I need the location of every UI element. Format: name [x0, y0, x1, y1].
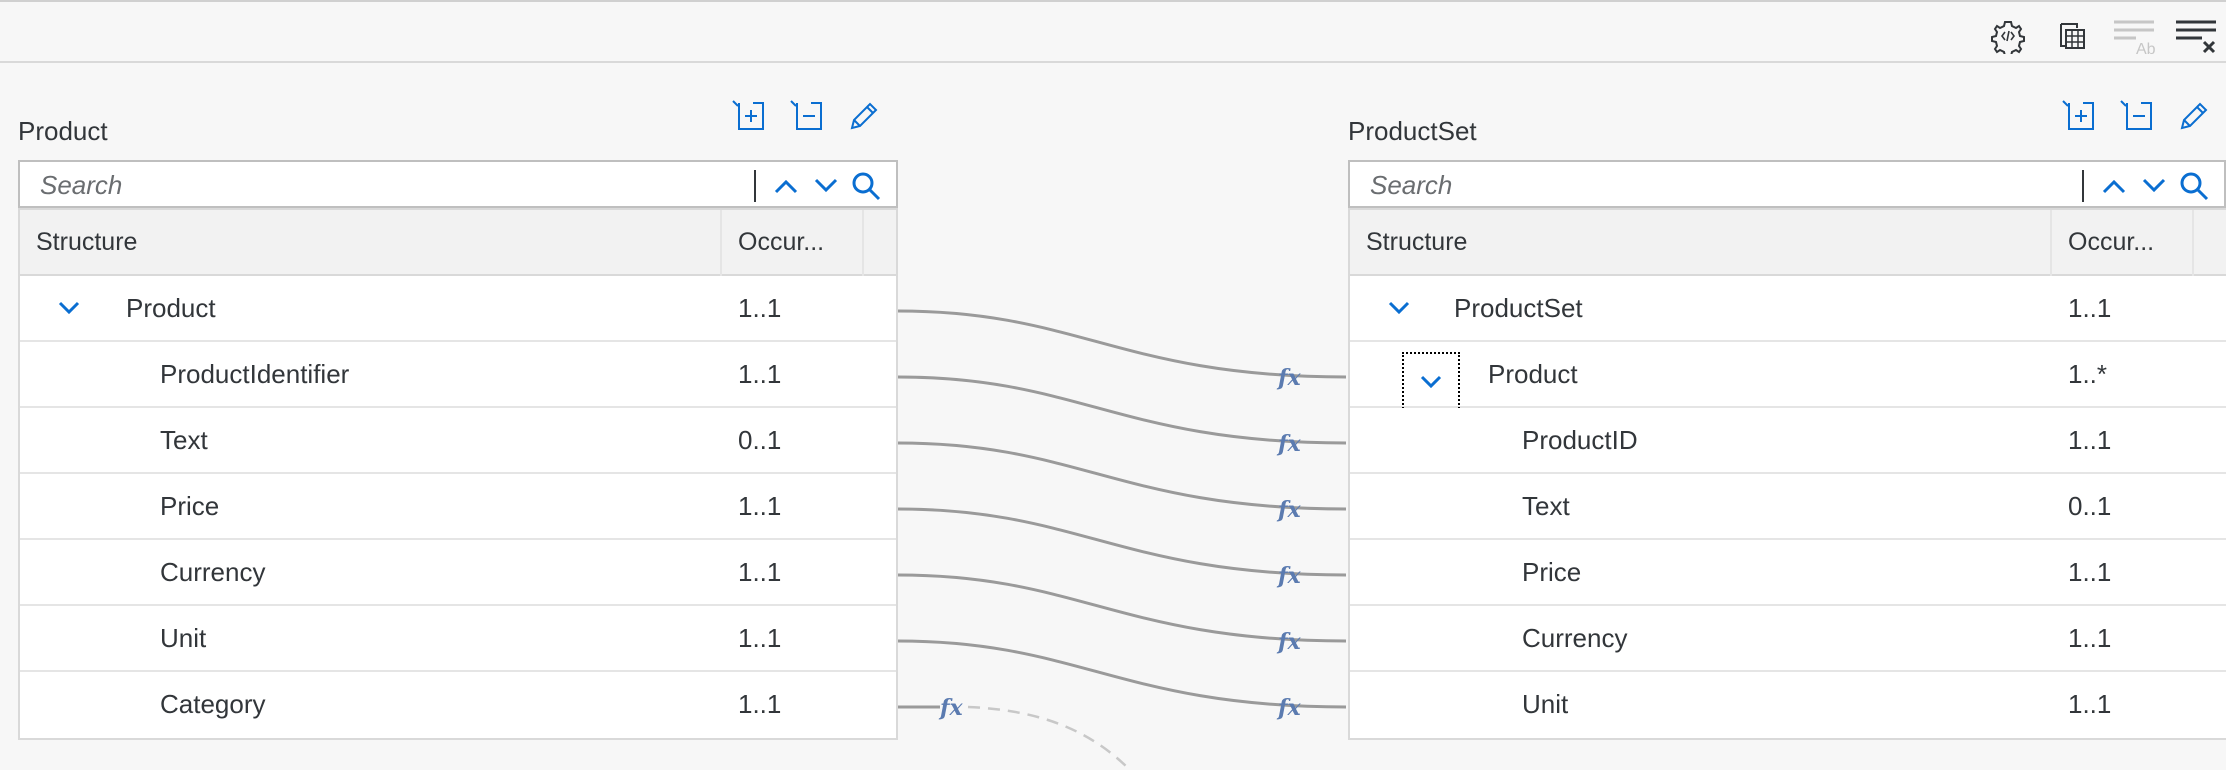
node-occurrence: 1..1 [738, 689, 782, 719]
chevron-down-icon [2142, 178, 2166, 193]
text-cursor [2082, 170, 2084, 202]
search-previous-button[interactable] [768, 168, 804, 204]
node-name: ProductID [1522, 425, 1638, 455]
structure-column-header[interactable]: Structure [20, 210, 722, 274]
mapping-function-icon[interactable]: fx [1276, 497, 1301, 523]
table-row[interactable]: ProductID 1..1 [1350, 408, 2226, 474]
node-occurrence: 0..1 [738, 425, 782, 455]
structure-column-header[interactable]: Structure [1350, 210, 2052, 274]
chevron-down-icon [58, 301, 80, 315]
collapse-all-button[interactable] [786, 96, 826, 136]
table-row[interactable]: Currency 1..1 [1350, 606, 2226, 672]
pencil-icon [850, 102, 878, 130]
source-search-input[interactable] [38, 166, 742, 204]
node-name: ProductIdentifier [160, 359, 350, 389]
table-header: Structure Occur... [1350, 210, 2226, 276]
occurrence-column-header[interactable]: Occur... [722, 210, 864, 274]
collapse-productset-button[interactable] [1378, 287, 1420, 329]
node-name: Price [1522, 557, 1582, 587]
target-structure-table: Structure Occur... ProductSet 1..1 Produ… [1348, 208, 2226, 740]
node-name: Price [160, 491, 220, 521]
node-occurrence: 0..1 [2068, 491, 2112, 521]
node-name: ProductSet [1454, 293, 1583, 323]
source-structure-table: Structure Occur... Product 1..1 ProductI… [18, 208, 898, 740]
search-next-button[interactable] [2136, 168, 2172, 204]
table-row[interactable]: ProductSet 1..1 [1350, 276, 2226, 342]
source-title: Product [18, 116, 108, 146]
pending-mapping-line [967, 705, 1131, 770]
chevron-up-icon [774, 179, 798, 194]
node-name: Currency [1522, 623, 1628, 653]
target-structure-panel: ProductSet Structure Occur... [1348, 80, 2226, 740]
node-name: Product [1488, 359, 1578, 389]
node-name: Text [1522, 491, 1570, 521]
node-name: Text [160, 425, 208, 455]
node-name: Product [126, 293, 216, 323]
search-icon [852, 172, 881, 201]
node-occurrence: 1..* [2068, 359, 2108, 389]
source-search-field [18, 160, 898, 208]
node-occurrence: 1..1 [738, 491, 782, 521]
collapse-all-icon [2120, 100, 2152, 130]
node-occurrence: 1..1 [738, 557, 782, 587]
source-structure-panel: Product Structure Occur... [18, 80, 898, 740]
node-occurrence: 1..1 [738, 359, 782, 389]
table-row[interactable]: Price 1..1 [20, 474, 896, 540]
node-occurrence: 1..1 [2068, 689, 2112, 719]
pencil-icon [2180, 102, 2208, 130]
chevron-down-icon [1388, 301, 1410, 315]
table-row[interactable]: Category 1..1 [20, 672, 896, 738]
target-search-input[interactable] [1368, 166, 2072, 204]
collapse-all-icon [790, 100, 822, 130]
chevron-down-icon [814, 178, 838, 193]
collapse-product-button[interactable] [1402, 352, 1460, 412]
table-header: Structure Occur... [20, 210, 896, 276]
text-cursor [754, 170, 756, 202]
target-title: ProductSet [1348, 116, 1477, 146]
search-icon [2180, 172, 2209, 201]
table-row[interactable]: Unit 1..1 [20, 606, 896, 672]
node-name: Unit [1522, 689, 1569, 719]
node-occurrence: 1..1 [2068, 425, 2112, 455]
expand-all-icon [2062, 100, 2094, 130]
table-row[interactable]: Currency 1..1 [20, 540, 896, 606]
node-name: Category [160, 689, 266, 719]
expand-all-icon [732, 100, 764, 130]
search-next-button[interactable] [808, 168, 844, 204]
node-name: Unit [160, 623, 207, 653]
collapse-all-button[interactable] [2116, 96, 2156, 136]
mapping-function-icon[interactable]: fx [1276, 563, 1301, 589]
mapping-function-icon[interactable]: fx [1276, 695, 1301, 721]
mapping-function-icon[interactable]: fx [1276, 629, 1301, 655]
table-row[interactable]: Unit 1..1 [1350, 672, 2226, 738]
expand-all-button[interactable] [728, 96, 768, 136]
search-previous-button[interactable] [2096, 168, 2132, 204]
node-occurrence: 1..1 [2068, 293, 2112, 323]
search-button[interactable] [2176, 168, 2212, 204]
mapping-function-icon[interactable]: fx [1276, 431, 1301, 457]
collapse-product-button[interactable] [48, 287, 90, 329]
mapping-function-icon[interactable]: fx [938, 695, 963, 721]
occurrence-column-header[interactable]: Occur... [2052, 210, 2194, 274]
edit-button[interactable] [844, 96, 884, 136]
node-occurrence: 1..1 [738, 293, 782, 323]
node-occurrence: 1..1 [738, 623, 782, 653]
table-row[interactable]: Text 0..1 [1350, 474, 2226, 540]
table-row[interactable]: ProductIdentifier 1..1 [20, 342, 896, 408]
mapping-function-icon[interactable]: fx [1276, 365, 1301, 391]
target-search-field [1348, 160, 2226, 208]
search-button[interactable] [848, 168, 884, 204]
node-name: Currency [160, 557, 266, 587]
table-row[interactable]: Product 1..* [1350, 342, 2226, 412]
expand-all-button[interactable] [2058, 96, 2098, 136]
table-row[interactable]: Price 1..1 [1350, 540, 2226, 606]
table-row[interactable]: Text 0..1 [20, 408, 896, 474]
node-occurrence: 1..1 [2068, 557, 2112, 587]
table-row[interactable]: Product 1..1 [20, 276, 896, 342]
edit-button[interactable] [2174, 96, 2214, 136]
node-occurrence: 1..1 [2068, 623, 2112, 653]
chevron-down-icon [1420, 375, 1442, 389]
chevron-up-icon [2102, 179, 2126, 194]
